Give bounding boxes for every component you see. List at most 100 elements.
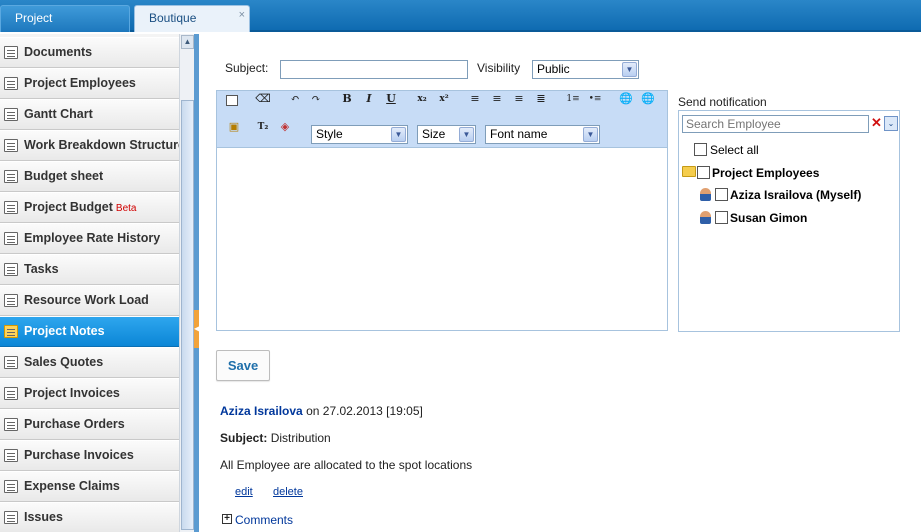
- employees-icon: [4, 77, 18, 90]
- edit-link[interactable]: edit: [235, 486, 253, 498]
- size-select[interactable]: Size ▼: [417, 125, 476, 144]
- sidebar-scrollbar[interactable]: ▲: [179, 34, 194, 532]
- rich-text-editor: ⌫ ↶ ↷ B I U x₂ x² ≡ ≡ ≡ ≣ 1≡ •≡ 🌐 🌐 ▣ T₂…: [216, 90, 668, 331]
- image-icon[interactable]: ▣: [226, 119, 242, 135]
- sidebar-item-label: Budget sheet: [24, 169, 104, 183]
- expand-icon[interactable]: ⌄: [884, 116, 898, 131]
- note-subject: Subject: Distribution: [220, 431, 331, 445]
- sidebar-item-purchase-invoices[interactable]: Purchase Invoices: [0, 440, 179, 471]
- user-icon: [700, 188, 711, 201]
- sidebar-item-label: Tasks: [24, 262, 59, 276]
- align-right-icon[interactable]: ≡: [511, 91, 527, 107]
- group-label: Project Employees: [712, 166, 820, 180]
- sidebar-item-label: Documents: [24, 45, 93, 59]
- delete-link[interactable]: delete: [273, 486, 303, 498]
- sidebar-item-sales-quotes[interactable]: Sales Quotes: [0, 347, 179, 378]
- documents-icon: [4, 46, 18, 59]
- subject-input[interactable]: [280, 60, 468, 79]
- editor-toolbar: ⌫ ↶ ↷ B I U x₂ x² ≡ ≡ ≡ ≣ 1≡ •≡ 🌐 🌐 ▣ T₂…: [217, 91, 667, 148]
- sidebar-item-purchase-orders[interactable]: Purchase Orders: [0, 409, 179, 440]
- bold-icon[interactable]: B: [339, 91, 355, 107]
- note-author[interactable]: Aziza Israilova: [220, 404, 303, 418]
- align-left-icon[interactable]: ≡: [467, 91, 483, 107]
- style-select[interactable]: Style ▼: [311, 125, 408, 144]
- project-budget-icon: [4, 201, 18, 214]
- source-icon[interactable]: [226, 95, 238, 106]
- tab-boutique-georgia[interactable]: Boutique Georgia ×: [134, 3, 250, 50]
- save-button[interactable]: Save: [216, 350, 270, 381]
- sales-quotes-icon: [4, 356, 18, 369]
- sidebar-item-label: Gantt Chart: [24, 107, 93, 121]
- scrollbar-thumb[interactable]: [181, 100, 194, 530]
- sidebar-item-label: Sales Quotes: [24, 355, 104, 369]
- subject-label: Subject:: [225, 61, 269, 75]
- sidebar: Documents Project Employees Gantt Chart …: [0, 34, 179, 532]
- scroll-up-icon[interactable]: ▲: [181, 35, 194, 49]
- select-all-label: Select all: [710, 143, 759, 157]
- text-color-icon[interactable]: T₂: [255, 119, 271, 135]
- font-select[interactable]: Font name ▼: [485, 125, 600, 144]
- employee-checkbox[interactable]: [715, 211, 728, 224]
- user-icon: [700, 211, 711, 224]
- tab-bar: Project Management Boutique Georgia ×: [0, 0, 921, 50]
- clear-search-icon[interactable]: ✕: [871, 115, 882, 131]
- sidebar-item-label: Project Invoices: [24, 386, 120, 400]
- select-all-checkbox[interactable]: [694, 143, 707, 156]
- sidebar-item-label: Project Notes: [24, 324, 105, 338]
- undo-icon[interactable]: ↶: [287, 91, 303, 107]
- beta-badge: Beta: [115, 203, 137, 214]
- visibility-value: Public: [537, 62, 570, 76]
- issues-icon: [4, 511, 18, 524]
- sidebar-item-budget-sheet[interactable]: Budget sheet: [0, 161, 179, 192]
- chevron-down-icon: ▼: [391, 127, 406, 142]
- eraser-icon[interactable]: ⌫: [255, 91, 271, 107]
- sidebar-item-label: Expense Claims: [24, 479, 120, 493]
- sidebar-item-project-invoices[interactable]: Project Invoices: [0, 378, 179, 409]
- sidebar-item-documents[interactable]: Documents: [0, 37, 179, 68]
- underline-icon[interactable]: U: [383, 91, 399, 107]
- employee-search-input[interactable]: [682, 115, 869, 133]
- chevron-down-icon: ▼: [622, 62, 637, 77]
- folder-icon: [682, 166, 696, 177]
- background-color-icon[interactable]: ◈: [277, 119, 293, 135]
- resource-icon: [4, 294, 18, 307]
- sidebar-item-project-budget[interactable]: Project Budget Beta: [0, 192, 179, 223]
- link-icon[interactable]: 🌐: [618, 91, 634, 107]
- sidebar-item-expense-claims[interactable]: Expense Claims: [0, 471, 179, 502]
- sidebar-item-tasks[interactable]: Tasks: [0, 254, 179, 285]
- sidebar-item-label: Work Breakdown Structure: [24, 138, 179, 152]
- justify-icon[interactable]: ≣: [533, 91, 549, 107]
- tab-project-management[interactable]: Project Management: [0, 5, 130, 50]
- unordered-list-icon[interactable]: •≡: [587, 91, 603, 107]
- notification-panel: ✕ ⌄ Select all Project Employees Aziza I…: [678, 110, 900, 332]
- sidebar-item-wbs[interactable]: Work Breakdown Structure: [0, 130, 179, 161]
- editor-content-area[interactable]: [217, 148, 667, 330]
- close-icon[interactable]: ×: [239, 3, 245, 28]
- visibility-select[interactable]: Public ▼: [532, 60, 639, 79]
- sidebar-item-employee-rate-history[interactable]: Employee Rate History: [0, 223, 179, 254]
- sidebar-item-label: Project Budget: [24, 200, 113, 214]
- unlink-icon[interactable]: 🌐: [640, 91, 656, 107]
- redo-icon[interactable]: ↷: [308, 91, 324, 107]
- employee-checkbox[interactable]: [715, 188, 728, 201]
- purchase-orders-icon: [4, 418, 18, 431]
- subscript-icon[interactable]: x₂: [414, 91, 430, 107]
- rate-history-icon: [4, 232, 18, 245]
- sidebar-item-issues[interactable]: Issues: [0, 502, 179, 532]
- superscript-icon[interactable]: x²: [436, 91, 452, 107]
- invoices-icon: [4, 387, 18, 400]
- group-checkbox[interactable]: [697, 166, 710, 179]
- chevron-down-icon: ▼: [583, 127, 598, 142]
- sidebar-item-project-employees[interactable]: Project Employees: [0, 68, 179, 99]
- style-select-value: Style: [316, 127, 343, 141]
- ordered-list-icon[interactable]: 1≡: [565, 91, 581, 107]
- expand-plus-icon[interactable]: +: [222, 514, 232, 524]
- sidebar-item-label: Project Employees: [24, 76, 136, 90]
- wbs-icon: [4, 139, 18, 152]
- align-center-icon[interactable]: ≡: [489, 91, 505, 107]
- sidebar-item-project-notes[interactable]: Project Notes: [0, 316, 179, 347]
- sidebar-item-resource-work-load[interactable]: Resource Work Load: [0, 285, 179, 316]
- italic-icon[interactable]: I: [361, 91, 377, 107]
- sidebar-item-gantt-chart[interactable]: Gantt Chart: [0, 99, 179, 130]
- comments-link[interactable]: Comments: [235, 513, 293, 527]
